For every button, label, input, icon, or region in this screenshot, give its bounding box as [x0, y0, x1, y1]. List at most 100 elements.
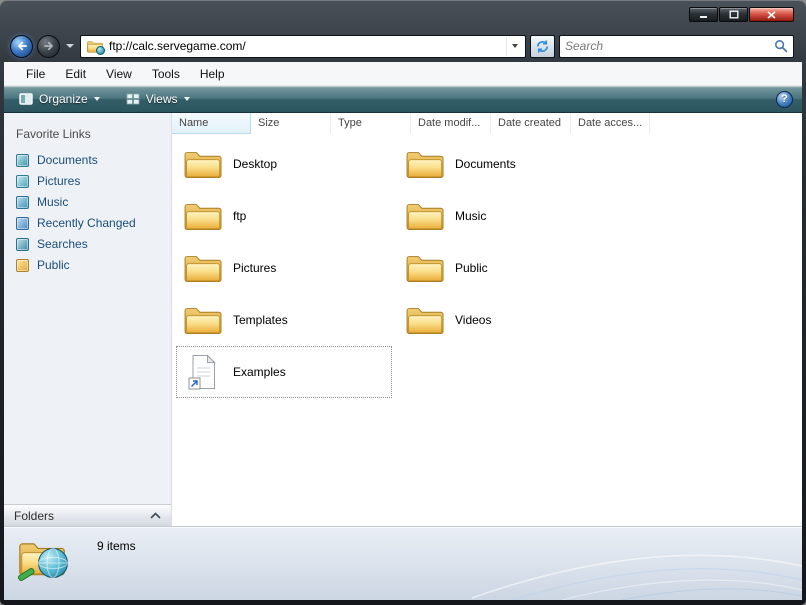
- sidebar-item-searches[interactable]: Searches: [4, 234, 171, 255]
- menu-tools[interactable]: Tools: [142, 64, 190, 84]
- history-dropdown-button[interactable]: [64, 36, 76, 56]
- file-label: Public: [455, 261, 488, 275]
- chevron-down-icon: [512, 44, 518, 48]
- file-label: Examples: [233, 365, 286, 379]
- chevron-down-icon: [183, 97, 190, 101]
- search-magnifier-icon: [774, 39, 788, 53]
- folder-icon: [404, 251, 446, 285]
- ftp-folder-globe-icon: [17, 543, 68, 582]
- file-item-music[interactable]: Music: [398, 190, 614, 242]
- column-header-date-modified[interactable]: Date modif...: [411, 113, 491, 134]
- column-header-date-created[interactable]: Date created: [491, 113, 571, 134]
- minimize-icon: [700, 16, 707, 18]
- file-item-public[interactable]: Public: [398, 242, 614, 294]
- shortcut-file-icon: [188, 354, 216, 390]
- menu-edit[interactable]: Edit: [55, 64, 96, 84]
- refresh-button[interactable]: [530, 34, 555, 58]
- folder-icon: [404, 147, 446, 181]
- music-icon: [16, 195, 29, 209]
- column-header-type[interactable]: Type: [331, 113, 411, 134]
- file-item-examples[interactable]: Examples: [176, 346, 392, 398]
- organize-icon: [19, 93, 33, 105]
- public-folder-icon: [16, 258, 29, 272]
- status-bar: 9 items: [4, 526, 802, 600]
- close-button[interactable]: [749, 7, 794, 22]
- folder-icon: [182, 199, 224, 233]
- sidebar-item-label: Public: [37, 258, 70, 272]
- file-label: Music: [455, 209, 487, 223]
- command-toolbar: Organize Views ?: [4, 86, 802, 113]
- file-label: ftp: [233, 209, 247, 223]
- files-grid: Desktop Documents ftp Music Pictures Pub…: [176, 138, 620, 398]
- file-label: Pictures: [233, 261, 277, 275]
- menu-help[interactable]: Help: [190, 64, 235, 84]
- address-bar[interactable]: [80, 34, 526, 58]
- file-list-pane: Name Size Type Date modif... Date create…: [172, 113, 802, 526]
- views-label: Views: [145, 92, 178, 106]
- recently-changed-icon: [16, 216, 29, 230]
- folder-icon: [182, 303, 224, 337]
- column-header-name[interactable]: Name: [172, 113, 251, 134]
- organize-button[interactable]: Organize: [13, 89, 106, 109]
- file-label: Templates: [233, 313, 288, 327]
- menu-file[interactable]: File: [16, 64, 55, 84]
- file-item-desktop[interactable]: Desktop: [176, 138, 392, 190]
- ftp-folder-globe-icon: [86, 39, 105, 55]
- sidebar-item-label: Music: [37, 195, 69, 209]
- column-headers: Name Size Type Date modif... Date create…: [172, 113, 802, 134]
- search-box[interactable]: [559, 34, 794, 58]
- sidebar-item-recently-changed[interactable]: Recently Changed: [4, 213, 171, 234]
- back-button[interactable]: [10, 34, 33, 58]
- minimize-button[interactable]: [689, 7, 718, 22]
- views-button[interactable]: Views: [120, 89, 196, 109]
- refresh-icon: [536, 40, 549, 52]
- folders-label: Folders: [14, 508, 55, 523]
- pictures-icon: [16, 174, 29, 188]
- menu-view[interactable]: View: [96, 64, 142, 84]
- searches-icon: [16, 237, 29, 251]
- sidebar-item-music[interactable]: Music: [4, 192, 171, 213]
- decorative-swoosh: [472, 554, 802, 600]
- organize-label: Organize: [39, 92, 88, 106]
- file-item-templates[interactable]: Templates: [176, 294, 392, 346]
- sidebar-item-label: Recently Changed: [37, 216, 136, 230]
- search-input[interactable]: [565, 39, 770, 53]
- sidebar-item-label: Pictures: [37, 174, 81, 188]
- menu-bar: File Edit View Tools Help: [4, 62, 802, 86]
- address-dropdown-button[interactable]: [506, 36, 523, 56]
- window-body: File Edit View Tools Help Organize Views…: [4, 62, 802, 600]
- help-button[interactable]: ?: [776, 90, 793, 108]
- favorite-links-title: Favorite Links: [16, 127, 91, 141]
- column-header-size[interactable]: Size: [251, 113, 331, 134]
- file-item-documents[interactable]: Documents: [398, 138, 614, 190]
- chevron-down-icon: [93, 97, 100, 101]
- file-label: Desktop: [233, 157, 278, 171]
- forward-arrow-icon: [43, 41, 53, 51]
- column-header-date-accessed[interactable]: Date acces...: [571, 113, 650, 134]
- caption-buttons: [689, 7, 794, 22]
- documents-icon: [16, 153, 29, 167]
- address-row: [0, 30, 806, 62]
- folder-icon: [404, 199, 446, 233]
- file-item-pictures[interactable]: Pictures: [176, 242, 392, 294]
- address-input[interactable]: [109, 39, 501, 53]
- items-count: 9 items: [97, 539, 136, 553]
- folder-icon: [182, 251, 224, 285]
- help-icon: ?: [781, 93, 788, 105]
- file-label: Videos: [455, 313, 492, 327]
- sidebar-item-public[interactable]: Public: [4, 255, 171, 276]
- sidebar-item-label: Documents: [37, 153, 98, 167]
- folder-icon: [404, 303, 446, 337]
- file-item-videos[interactable]: Videos: [398, 294, 614, 346]
- titlebar[interactable]: [0, 0, 806, 30]
- forward-button[interactable]: [37, 34, 60, 58]
- file-item-ftp[interactable]: ftp: [176, 190, 392, 242]
- explorer-window: File Edit View Tools Help Organize: [0, 0, 806, 605]
- sidebar-item-label: Searches: [37, 237, 88, 251]
- sidebar-item-documents[interactable]: Documents: [4, 150, 171, 171]
- folder-icon: [182, 147, 224, 181]
- sidebar-item-pictures[interactable]: Pictures: [4, 171, 171, 192]
- maximize-button[interactable]: [719, 7, 748, 22]
- folders-expander[interactable]: Folders: [4, 504, 171, 526]
- chevron-up-icon: [150, 512, 161, 519]
